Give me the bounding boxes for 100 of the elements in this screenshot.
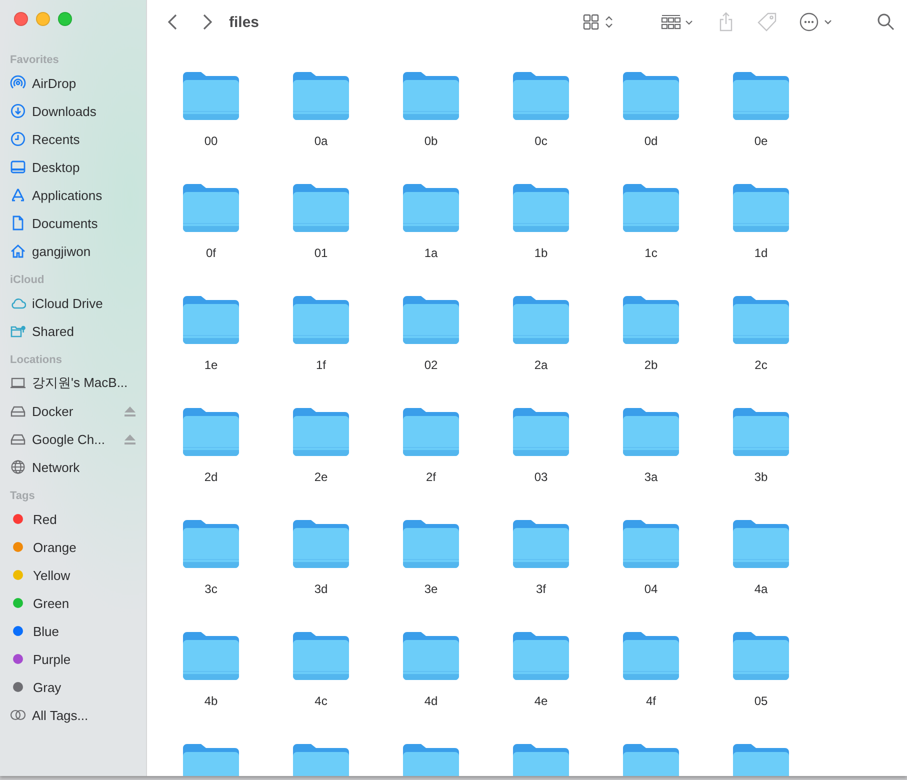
folder-icon[interactable] <box>621 294 681 346</box>
folder-name: 1a <box>424 246 438 260</box>
folder-icon[interactable] <box>731 70 791 122</box>
sidebar-item[interactable]: Network <box>32 460 136 474</box>
folder-icon[interactable] <box>401 70 461 122</box>
folder-icon[interactable] <box>291 406 351 458</box>
section-heading: Locations <box>10 353 62 368</box>
folder-icon[interactable] <box>621 406 681 458</box>
folder-name: 0c <box>534 134 548 148</box>
section-heading: iCloud <box>10 273 44 288</box>
folder-name: 0e <box>754 134 768 148</box>
tag-icon[interactable] <box>757 12 777 32</box>
sidebar-item[interactable]: Shared <box>32 324 136 338</box>
sidebar-item[interactable]: gangjiwon <box>32 244 136 258</box>
close-button[interactable] <box>14 12 28 26</box>
folder-name: 3c <box>204 582 218 596</box>
folder-name: 4c <box>314 694 328 708</box>
back-icon[interactable] <box>167 13 179 31</box>
folder-name: 3a <box>644 470 658 484</box>
sidebar-item[interactable]: Documents <box>32 216 136 230</box>
eject-icon[interactable] <box>124 434 136 444</box>
forward-icon[interactable] <box>201 13 213 31</box>
folder-icon[interactable] <box>621 518 681 570</box>
grid-view-icon[interactable] <box>583 14 615 30</box>
folder-icon[interactable] <box>181 406 241 458</box>
folder-icon[interactable] <box>181 518 241 570</box>
folder-icon[interactable] <box>181 70 241 122</box>
eject-icon[interactable] <box>124 406 136 416</box>
folder-name: 0a <box>314 134 328 148</box>
folder-name: 00 <box>204 134 218 148</box>
folder-name: 01 <box>314 246 328 260</box>
folder-icon[interactable] <box>511 518 571 570</box>
sidebar-item[interactable]: Blue <box>33 624 136 638</box>
folder-icon[interactable] <box>291 182 351 234</box>
sidebar-item[interactable]: Purple <box>33 652 136 666</box>
sidebar-item[interactable]: Orange <box>33 540 136 554</box>
sidebar-item[interactable]: Yellow <box>33 568 136 582</box>
folder-name: 1e <box>204 358 218 372</box>
folder-icon[interactable] <box>731 406 791 458</box>
folder-icon[interactable] <box>731 518 791 570</box>
folder-icon[interactable] <box>511 294 571 346</box>
sidebar-item[interactable]: All Tags... <box>32 708 136 722</box>
sidebar-item[interactable]: Recents <box>32 132 136 146</box>
folder-icon[interactable] <box>731 294 791 346</box>
folder-icon[interactable] <box>291 630 351 682</box>
folder-icon[interactable] <box>291 70 351 122</box>
folder-icon[interactable] <box>401 182 461 234</box>
folder-name: 1f <box>316 358 326 372</box>
sidebar-item[interactable]: Docker <box>32 404 118 418</box>
sidebar-item[interactable]: Applications <box>32 188 136 202</box>
section-heading: Tags <box>10 489 35 504</box>
folder-icon[interactable] <box>621 70 681 122</box>
folder-name: 4e <box>534 694 548 708</box>
folder-icon[interactable] <box>511 630 571 682</box>
folder-icon[interactable] <box>511 182 571 234</box>
folder-name: 02 <box>424 358 438 372</box>
folder-icon[interactable] <box>401 406 461 458</box>
folder-name: 04 <box>644 582 658 596</box>
folder-icon[interactable] <box>181 630 241 682</box>
folder-icon[interactable] <box>731 630 791 682</box>
folder-name: 0f <box>206 246 216 260</box>
folder-icon[interactable] <box>181 182 241 234</box>
globe-icon <box>10 459 26 475</box>
folder-icon[interactable] <box>181 294 241 346</box>
folder-icon[interactable] <box>401 630 461 682</box>
folder-icon[interactable] <box>291 294 351 346</box>
tags-icon <box>10 709 26 721</box>
sidebar-item[interactable]: 강지원's MacB... <box>32 374 136 392</box>
window-title: files <box>229 14 260 30</box>
folder-icon[interactable] <box>621 182 681 234</box>
clock-icon <box>10 131 26 147</box>
sidebar-item[interactable]: Gray <box>33 680 136 694</box>
folder-icon[interactable] <box>511 406 571 458</box>
folder-name: 3d <box>314 582 328 596</box>
folder-icon[interactable] <box>401 518 461 570</box>
sidebar-item[interactable]: iCloud Drive <box>32 296 136 310</box>
sidebar-item[interactable]: Downloads <box>32 104 136 118</box>
sidebar-item[interactable]: Green <box>33 596 136 610</box>
folder-icon[interactable] <box>731 182 791 234</box>
sidebar-item[interactable]: Google Ch... <box>32 432 118 446</box>
house-icon <box>10 243 26 259</box>
sidebar-item[interactable]: Desktop <box>32 160 136 174</box>
folder-icon[interactable] <box>621 630 681 682</box>
folder-name: 3f <box>536 582 546 596</box>
folder-icon[interactable] <box>511 70 571 122</box>
zoom-button[interactable] <box>58 12 72 26</box>
folder-name: 2a <box>534 358 548 372</box>
sidebar-item[interactable]: Red <box>33 512 136 526</box>
section-heading: Favorites <box>10 53 59 68</box>
search-icon[interactable] <box>877 13 895 31</box>
sidebar-item[interactable]: AirDrop <box>32 76 136 90</box>
folder-name: 4a <box>754 582 768 596</box>
folder-name: 2c <box>754 358 768 372</box>
folder-name: 4f <box>646 694 656 708</box>
share-icon[interactable] <box>719 12 733 32</box>
laptop-icon <box>10 375 26 391</box>
folder-icon[interactable] <box>401 294 461 346</box>
folder-name: 2e <box>314 470 328 484</box>
folder-icon[interactable] <box>291 518 351 570</box>
minimize-button[interactable] <box>36 12 50 26</box>
